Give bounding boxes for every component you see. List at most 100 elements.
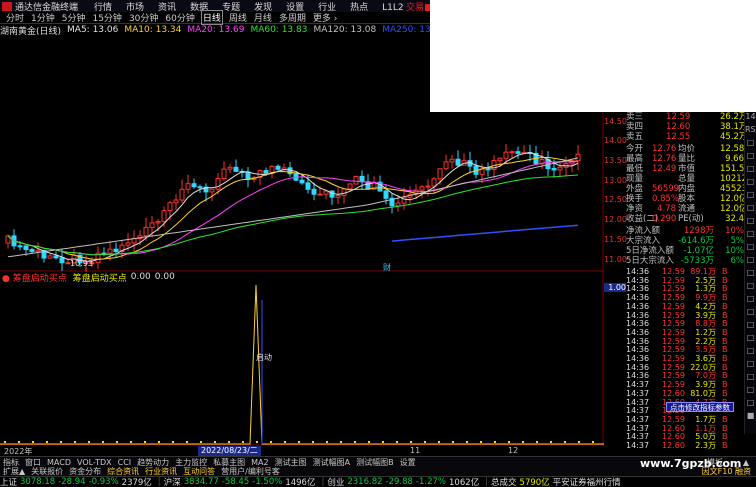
candle-body: [47, 255, 53, 259]
right-tool-0[interactable]: 14: [745, 112, 756, 125]
kline-chart[interactable]: 10.93 财启动: [0, 0, 604, 446]
stat-row: 今开 12.76 均价 12.58: [626, 144, 744, 154]
candle-body: [515, 151, 521, 154]
candle-body: [113, 248, 119, 253]
right-tool-11[interactable]: □: [745, 255, 756, 268]
indicator-tab-10[interactable]: 测试幅图A: [313, 457, 350, 468]
baseline-dot: [4, 441, 6, 443]
candle-body: [551, 168, 557, 171]
index-change: -29.88: [385, 477, 413, 487]
right-tool-6[interactable]: □: [745, 190, 756, 203]
flow-label: 大宗流入: [626, 236, 661, 246]
right-tool-13[interactable]: □: [745, 281, 756, 294]
right-tool-16[interactable]: □: [745, 320, 756, 333]
ask-volume: 45.2万: [720, 132, 748, 142]
baseline-dot: [564, 441, 566, 443]
candle-body: [425, 185, 431, 188]
candle-body: [575, 153, 581, 162]
indicator-legend[interactable]: ● 筹盘启动买点 筹盘启动买点 0.00 0.00: [2, 272, 175, 284]
right-tool-23[interactable]: ■: [745, 411, 756, 424]
indicator-tooltip: 点击修改指标参数: [666, 402, 734, 412]
baseline-dot: [32, 441, 34, 443]
tick-row: 14:37 12.60 2.3万 B: [626, 441, 744, 451]
baseline-dot: [508, 441, 510, 443]
quote-panel: 卖三 12.59 26.2万 卖四 12.60 38.1万 卖五 12.55 45.2万 今开 12…: [626, 112, 753, 450]
index-value: 3834.77: [183, 477, 219, 487]
candle-body: [59, 257, 65, 264]
baseline-dot: [88, 441, 90, 443]
candle-body: [17, 245, 23, 248]
flow-pct: 5%: [730, 236, 745, 246]
indicator-tab-11[interactable]: 测试幅图B: [356, 457, 394, 468]
flow-pct: 6%: [730, 256, 745, 266]
candle-body: [53, 255, 59, 259]
right-tool-7[interactable]: □: [745, 203, 756, 216]
flow-row: 5日净流入额 -1.07亿 10%: [626, 246, 744, 256]
indicator-level: 1.00: [604, 283, 626, 292]
candle-body: [197, 186, 203, 189]
stat-value-1: 12.49: [652, 164, 677, 174]
ask-row: 卖四 12.60 38.1万: [626, 122, 747, 132]
right-tool-1[interactable]: RSI: [745, 125, 756, 138]
candle-body: [341, 188, 347, 197]
candle-body: [497, 157, 503, 162]
stat-value-1: 12.76: [652, 144, 677, 154]
flow-row: 5日大宗流入 -5733万 6%: [626, 256, 744, 266]
right-tool-22[interactable]: □: [745, 398, 756, 411]
baseline-dot: [396, 441, 398, 443]
price-scale-label: 13.00: [604, 176, 627, 185]
right-tool-19[interactable]: □: [745, 359, 756, 372]
index-pct: -0.93%: [88, 477, 119, 487]
ask-volume: 26.2万: [720, 112, 748, 122]
stat-row: 收益(二) 0.290 PE(动) 32.4: [626, 214, 744, 224]
index-name: 沪深: [163, 478, 181, 487]
right-tool-18[interactable]: □: [745, 346, 756, 359]
stat-row: 净资 4.78 流通 12.0亿: [626, 204, 747, 214]
flow-label: 净流入额: [626, 226, 661, 236]
stat-value-1: 4.78: [657, 204, 676, 214]
baseline-dot: [284, 441, 286, 443]
candle-body: [263, 170, 269, 174]
right-tool-14[interactable]: □: [745, 294, 756, 307]
right-tool-5[interactable]: □: [745, 177, 756, 190]
xaxis-cursor-date: 2022/08/23/二: [198, 446, 261, 456]
candle-body: [155, 221, 161, 224]
candle-body: [29, 249, 35, 253]
right-tool-20[interactable]: □: [745, 372, 756, 385]
stat-value-2: 45523: [720, 184, 748, 194]
stat-row: 外盘 56599 内盘 45523: [626, 184, 748, 194]
right-tool-17[interactable]: □: [745, 333, 756, 346]
right-tool-10[interactable]: □: [745, 242, 756, 255]
indicator-signal-line: [0, 284, 604, 445]
indicator-tab-12[interactable]: 设置: [400, 457, 416, 468]
right-tool-3[interactable]: □: [745, 151, 756, 164]
stat-value-1: 56599: [652, 184, 680, 194]
price-scale-label: 14.50: [604, 117, 627, 126]
indicator-signal-label: 启动: [256, 352, 272, 362]
candle-body: [233, 166, 239, 172]
baseline-dot: [536, 441, 538, 443]
flow-row: 大宗流入 -614.6万 5%: [626, 236, 744, 246]
right-tool-15[interactable]: □: [745, 307, 756, 320]
tick-price: 12.60: [662, 441, 685, 450]
stat-key-1: 外盘: [626, 184, 644, 194]
index-value: 3078.18: [20, 477, 56, 487]
right-tool-12[interactable]: □: [745, 268, 756, 281]
flow-value: 1298万: [683, 226, 714, 236]
baseline-dot: [200, 441, 202, 443]
index-pct: -1.27%: [415, 477, 446, 487]
ask-label: 卖三: [626, 112, 644, 122]
right-tool-4[interactable]: □: [745, 164, 756, 177]
candle-body: [311, 188, 317, 195]
baseline-dot: [354, 441, 356, 443]
right-tool-21[interactable]: □: [745, 385, 756, 398]
stat-key-1: 净资: [626, 204, 644, 214]
index-amount: 2379亿: [121, 478, 152, 487]
baseline-dot: [256, 441, 258, 443]
baseline-dot: [116, 441, 118, 443]
right-tool-8[interactable]: □: [745, 216, 756, 229]
baseline-dot: [60, 441, 62, 443]
right-tool-2[interactable]: □: [745, 138, 756, 151]
baseline-dot: [494, 441, 496, 443]
right-tool-9[interactable]: □: [745, 229, 756, 242]
